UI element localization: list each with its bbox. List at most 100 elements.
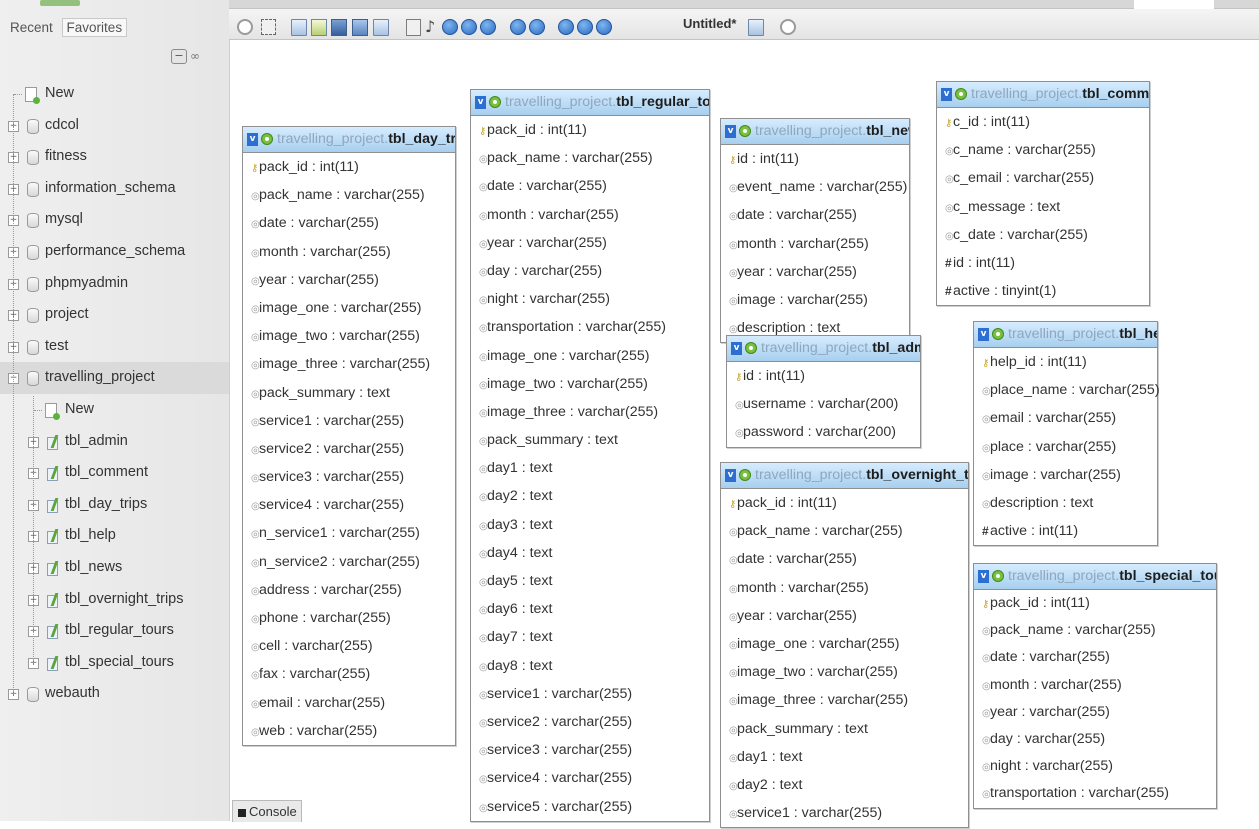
collapse-all-button[interactable]: − (171, 49, 187, 64)
column-row[interactable]: ⚷pack_id : int(11) (471, 116, 709, 144)
column-row[interactable]: ◎day1 : text (721, 743, 968, 771)
table-options-icon[interactable] (992, 570, 1004, 583)
table-card-special-tours[interactable]: vtravelling_project.tbl_special_tours⚷pa… (973, 563, 1217, 809)
column-row[interactable]: ◎service4 : varchar(255) (243, 491, 455, 519)
page-icon[interactable] (748, 19, 764, 36)
toggle-columns-icon[interactable]: v (725, 468, 736, 482)
angular-links-icon[interactable] (480, 19, 496, 35)
column-row[interactable]: ◎pack_name : varchar(255) (471, 144, 709, 172)
tree-item[interactable]: New (0, 394, 229, 426)
toggle-columns-icon[interactable]: v (978, 327, 989, 341)
column-row[interactable]: ◎service3 : varchar(255) (471, 736, 709, 764)
table-card-admin[interactable]: v travelling_project.tbl_admin ⚷id : int(1… (726, 335, 921, 448)
column-row[interactable]: ◎image_two : varchar(255) (243, 322, 455, 350)
table-header[interactable]: v travelling_project.tbl_comment (937, 82, 1149, 108)
tree-item[interactable]: + project (0, 299, 229, 331)
column-row[interactable]: ◎image_two : varchar(255) (471, 370, 709, 398)
column-row[interactable]: ◎service1 : varchar(255) (721, 799, 968, 827)
column-row[interactable]: ◎image : varchar(255) (721, 286, 909, 314)
create-relation-icon[interactable] (406, 19, 421, 36)
table-options-icon[interactable] (955, 88, 967, 101)
table-card-overnight-trips[interactable]: v travelling_project.tbl_overnight_trips ⚷… (720, 462, 969, 829)
column-row[interactable]: ⚷id : int(11) (721, 145, 909, 173)
table-card-help[interactable]: v travelling_project.tbl_help ⚷help_id : i… (973, 321, 1160, 547)
column-row[interactable]: #active : tinyint(1) (937, 277, 1149, 305)
tree-item[interactable]: + phpmyadmin (0, 268, 229, 300)
table-options-icon[interactable] (739, 469, 751, 482)
table-options-icon[interactable] (489, 96, 501, 109)
toggle-relation-lines-icon[interactable] (577, 19, 593, 35)
column-row[interactable]: ◎username : varchar(200) (727, 390, 920, 418)
column-row[interactable]: ◎year : varchar(255) (974, 699, 1216, 726)
column-row[interactable]: ◎date : varchar(255) (721, 545, 968, 573)
column-row[interactable]: #active : int(11) (974, 517, 1157, 545)
column-row[interactable]: ◎month : varchar(255) (471, 201, 709, 229)
toggle-columns-icon[interactable]: v (475, 95, 486, 109)
column-row[interactable]: ◎month : varchar(255) (243, 238, 455, 266)
column-row[interactable]: ◎day3 : text (471, 511, 709, 539)
tree-item[interactable]: New (0, 78, 229, 110)
column-row[interactable]: ◎day7 : text (471, 623, 709, 651)
tab-favorites[interactable]: Favorites (61, 18, 128, 37)
tree-item[interactable]: + fitness (0, 141, 229, 173)
table-header[interactable]: v travelling_project.tbl_special_tours (974, 564, 1216, 590)
table-header[interactable]: v travelling_project.tbl_overnight_trips (721, 463, 968, 489)
column-row[interactable]: ◎night : varchar(255) (471, 285, 709, 313)
column-row[interactable]: ◎address : varchar(255) (243, 576, 455, 604)
column-row[interactable]: ◎n_service2 : varchar(255) (243, 548, 455, 576)
column-row[interactable]: ◎month : varchar(255) (721, 574, 968, 602)
column-row[interactable]: ◎image_three : varchar(255) (471, 398, 709, 426)
column-row[interactable]: ◎month : varchar(255) (974, 672, 1216, 699)
column-row[interactable]: ◎transportation : varchar(255) (974, 780, 1216, 807)
column-row[interactable]: ◎image_one : varchar(255) (721, 630, 968, 658)
tree-item[interactable]: + mysql (0, 204, 229, 236)
column-row[interactable]: ◎year : varchar(255) (243, 266, 455, 294)
column-row[interactable]: ◎day : varchar(255) (974, 726, 1216, 753)
column-row[interactable]: ◎day2 : text (721, 771, 968, 799)
small-big-all-icon[interactable] (529, 19, 545, 35)
table-options-icon[interactable] (261, 133, 273, 146)
fullscreen-icon[interactable] (261, 19, 276, 35)
column-row[interactable]: ◎date : varchar(255) (974, 644, 1216, 671)
column-row[interactable]: ◎date : varchar(255) (243, 209, 455, 237)
toggle-columns-icon[interactable]: v (941, 87, 952, 101)
tree-item[interactable]: + tbl_admin (0, 426, 229, 458)
save-as-icon[interactable] (352, 19, 368, 36)
column-row[interactable]: ◎pack_summary : text (471, 426, 709, 454)
tree-item[interactable]: + information_schema (0, 173, 229, 205)
snap-to-grid-icon[interactable] (510, 19, 526, 35)
table-options-icon[interactable] (739, 125, 751, 138)
column-row[interactable]: ◎image : varchar(255) (974, 461, 1157, 489)
table-options-icon[interactable] (992, 328, 1004, 341)
column-row[interactable]: ◎pack_name : varchar(255) (721, 517, 968, 545)
column-row[interactable]: ⚷pack_id : int(11) (243, 153, 455, 181)
column-row[interactable]: ◎service2 : varchar(255) (471, 708, 709, 736)
column-row[interactable]: ◎day8 : text (471, 652, 709, 680)
toggle-small-big-icon[interactable] (558, 19, 574, 35)
column-row[interactable]: ◎image_one : varchar(255) (243, 294, 455, 322)
column-row[interactable]: ◎image_two : varchar(255) (721, 658, 968, 686)
tree-item[interactable]: + cdcol (0, 110, 229, 142)
pin-text-icon[interactable] (780, 19, 796, 35)
column-row[interactable]: ◎day5 : text (471, 567, 709, 595)
column-row[interactable]: ◎night : varchar(255) (974, 753, 1216, 780)
tree-item[interactable]: − travelling_project (0, 362, 229, 394)
tree-item[interactable]: + test (0, 331, 229, 363)
column-row[interactable]: ◎description : text (974, 489, 1157, 517)
column-row[interactable]: ◎event_name : varchar(255) (721, 173, 909, 201)
link-with-main-icon[interactable]: ∞ (190, 49, 200, 64)
column-row[interactable]: ◎image_three : varchar(255) (721, 686, 968, 714)
show-hide-left-menu-icon[interactable] (237, 19, 253, 35)
tab-recent[interactable]: Recent (10, 20, 53, 35)
column-row[interactable]: ◎c_date : varchar(255) (937, 221, 1149, 249)
edit-pages-icon[interactable] (311, 19, 327, 36)
table-header[interactable]: v travelling_project.tbl_day_trips (243, 127, 455, 153)
column-row[interactable]: ◎date : varchar(255) (471, 172, 709, 200)
toggle-columns-icon[interactable]: v (247, 132, 258, 146)
column-row[interactable]: #id : int(11) (937, 249, 1149, 277)
column-row[interactable]: ◎transportation : varchar(255) (471, 313, 709, 341)
column-row[interactable]: ◎year : varchar(255) (471, 229, 709, 257)
column-row[interactable]: ◎place : varchar(255) (974, 433, 1157, 461)
column-row[interactable]: ◎pack_summary : text (721, 715, 968, 743)
column-row[interactable]: ⚷pack_id : int(11) (974, 590, 1216, 617)
